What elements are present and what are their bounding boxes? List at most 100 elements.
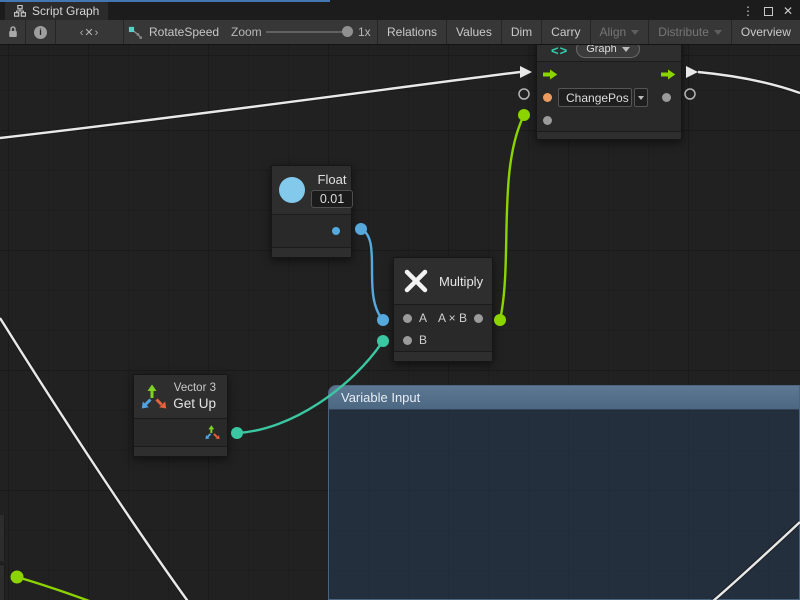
window-close-icon[interactable]: ✕ bbox=[779, 2, 797, 20]
unconnected-port-left[interactable] bbox=[519, 89, 529, 99]
relations-button[interactable]: Relations bbox=[377, 20, 446, 44]
wire-endpoint[interactable] bbox=[518, 109, 530, 121]
node-title: Float bbox=[318, 172, 347, 187]
vector3-arrows-icon bbox=[141, 384, 167, 410]
carry-button[interactable]: Carry bbox=[541, 20, 589, 44]
flow-port-row bbox=[537, 63, 681, 86]
tab-script-graph[interactable]: Script Graph bbox=[5, 2, 108, 20]
node-vector3-get-up[interactable]: Vector 3 Get Up bbox=[133, 374, 228, 457]
input-port-row bbox=[537, 109, 681, 132]
chevron-down-icon bbox=[631, 30, 639, 35]
chevron-down-icon bbox=[622, 47, 630, 52]
tab-label: Script Graph bbox=[32, 4, 99, 18]
wire-endpoint[interactable] bbox=[231, 427, 243, 439]
circle-icon bbox=[279, 177, 305, 203]
overview-button[interactable]: Overview bbox=[731, 20, 800, 44]
group-title-label: Variable Input bbox=[341, 390, 420, 405]
lock-icon bbox=[7, 25, 19, 39]
info-icon: i bbox=[34, 26, 47, 39]
wire-flow-out[interactable] bbox=[698, 72, 800, 93]
clipped-node-fragment bbox=[0, 515, 5, 561]
port-label-b: B bbox=[419, 333, 427, 347]
script-graph-window: Script Graph ⋮ ✕ i ‹✕› bbox=[0, 0, 800, 600]
node-subtitle: Get Up bbox=[167, 396, 216, 411]
port-label-out: A × B bbox=[438, 311, 467, 325]
variable-port-row: ChangePos bbox=[537, 86, 681, 109]
node-title: Vector 3 bbox=[167, 382, 216, 394]
wire-flow-in[interactable] bbox=[0, 72, 520, 138]
node-ports bbox=[134, 418, 227, 446]
group-title-bar[interactable]: Variable Input bbox=[329, 386, 799, 410]
unconnected-port-right[interactable] bbox=[685, 89, 695, 99]
node-set-variable[interactable]: <> Graph ChangeP bbox=[536, 45, 682, 140]
zoom-label: Zoom bbox=[231, 20, 262, 44]
graph-name-label: RotateSpeed bbox=[149, 25, 219, 39]
flow-out-triangle-port[interactable] bbox=[686, 66, 698, 78]
port-label-a: A bbox=[419, 311, 427, 325]
chevron-down-icon bbox=[638, 96, 644, 100]
input-b-port[interactable] bbox=[403, 336, 412, 345]
code-preview-button[interactable]: ‹✕› bbox=[56, 20, 124, 44]
window-maximize-icon[interactable] bbox=[759, 2, 777, 20]
lock-button[interactable] bbox=[0, 20, 26, 44]
align-dropdown: Align bbox=[590, 20, 649, 44]
wire-endpoint[interactable] bbox=[355, 223, 367, 235]
node-footer bbox=[272, 247, 351, 257]
variable-select[interactable]: ChangePos bbox=[558, 88, 632, 107]
tab-bar: Script Graph ⋮ ✕ bbox=[0, 2, 800, 20]
flow-in-triangle-port[interactable] bbox=[520, 66, 532, 78]
wire-endpoint[interactable] bbox=[494, 314, 506, 326]
value-in-port[interactable] bbox=[543, 116, 552, 125]
chevron-down-icon bbox=[714, 30, 722, 35]
graph-toolbar: i ‹✕› RotateSpeed Zoom 1x Relations Valu… bbox=[0, 20, 800, 45]
zoom-slider-handle[interactable] bbox=[342, 26, 353, 37]
input-a-port[interactable] bbox=[403, 314, 412, 323]
node-multiply[interactable]: Multiply A A × B B bbox=[393, 257, 493, 362]
group-variable-input[interactable]: Variable Input bbox=[328, 385, 800, 600]
script-graph-hierarchy-icon bbox=[14, 5, 26, 17]
distribute-dropdown: Distribute bbox=[648, 20, 731, 44]
value-out-port[interactable] bbox=[662, 93, 671, 102]
vector3-out-port[interactable] bbox=[205, 425, 220, 440]
float-value-input[interactable]: 0.01 bbox=[311, 190, 353, 208]
wire-white-lower-left[interactable] bbox=[0, 318, 192, 600]
float-out-port[interactable] bbox=[332, 227, 340, 235]
window-controls: ⋮ ✕ bbox=[739, 2, 797, 20]
node-header: Multiply bbox=[394, 258, 492, 304]
window-menu-icon[interactable]: ⋮ bbox=[739, 2, 757, 20]
zoom-slider[interactable] bbox=[266, 31, 352, 33]
output-port[interactable] bbox=[474, 314, 483, 323]
wire-endpoint[interactable] bbox=[377, 335, 389, 347]
graph-canvas[interactable]: Variable Input <> Graph bbox=[0, 45, 800, 600]
variable-name-port[interactable] bbox=[543, 93, 552, 102]
node-ports: A A × B B bbox=[394, 304, 492, 351]
wire-multiply-to-variable[interactable] bbox=[500, 115, 524, 320]
port-row-a: A A × B bbox=[403, 307, 483, 329]
values-button[interactable]: Values bbox=[446, 20, 501, 44]
node-footer bbox=[394, 351, 492, 361]
node-header: Float 0.01 bbox=[272, 166, 351, 214]
node-float-literal[interactable]: Float 0.01 bbox=[271, 165, 352, 258]
x-icon bbox=[402, 267, 430, 295]
flow-in-arrow-icon[interactable] bbox=[542, 69, 558, 80]
wire-endpoint[interactable] bbox=[377, 314, 389, 326]
node-ports bbox=[272, 214, 351, 247]
wire-lime-bottom-left[interactable] bbox=[17, 577, 100, 600]
variable-select-button[interactable] bbox=[634, 88, 648, 107]
clipped-node-fragment bbox=[0, 564, 5, 600]
wire-endpoint[interactable] bbox=[11, 571, 24, 584]
flow-out-arrow-icon[interactable] bbox=[660, 69, 676, 80]
dim-button[interactable]: Dim bbox=[501, 20, 541, 44]
node-footer bbox=[537, 131, 681, 139]
node-footer bbox=[134, 446, 227, 456]
node-ports: ChangePos bbox=[537, 61, 681, 131]
wire-float-to-multiply[interactable] bbox=[361, 229, 383, 320]
port-row-b: B bbox=[403, 329, 483, 351]
zoom-value: 1x bbox=[358, 20, 371, 44]
node-title: Multiply bbox=[439, 274, 483, 289]
info-button[interactable]: i bbox=[26, 20, 56, 44]
graph-breadcrumb[interactable]: RotateSpeed bbox=[128, 20, 219, 44]
code-chevrons-icon: <> bbox=[551, 45, 568, 58]
graph-node-icon bbox=[128, 25, 143, 40]
variable-kind-dropdown[interactable]: Graph bbox=[576, 45, 640, 58]
